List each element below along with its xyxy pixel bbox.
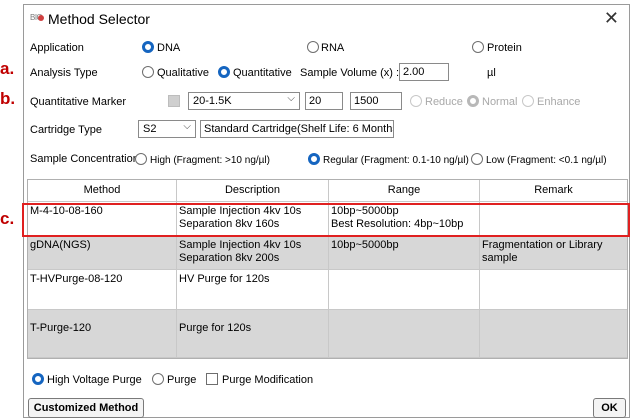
marker-from-input[interactable]: 20 <box>305 92 343 110</box>
range-cell <box>329 270 480 310</box>
method-selector-window: BIO Method Selector ✕ Application DNA RN… <box>22 4 630 418</box>
remark-line: sample <box>482 252 518 264</box>
app-logo-dot-icon <box>38 15 44 21</box>
sample-concentration-row: Sample Concentration High (Fragment: >10… <box>24 148 629 170</box>
enhance-radio[interactable] <box>522 95 534 107</box>
quantitative-marker-row: Quantitative Marker 20-1.5K ⌵ 20 1500 Re… <box>24 91 629 113</box>
remark-line: Fragmentation or Library <box>482 239 603 251</box>
application-rna-label[interactable]: RNA <box>321 42 344 54</box>
purge-modification-label[interactable]: Purge Modification <box>222 374 313 386</box>
header-description[interactable]: Description <box>177 180 329 202</box>
cartridge-description: Standard Cartridge(Shelf Life: 6 Months) <box>200 120 394 138</box>
method-cell: T-HVPurge-08-120 <box>28 270 177 310</box>
quantitative-label[interactable]: Quantitative <box>233 67 292 79</box>
enhance-label[interactable]: Enhance <box>537 96 580 108</box>
normal-radio[interactable] <box>467 95 479 107</box>
title-bar: BIO Method Selector ✕ <box>24 5 629 33</box>
method-cell: T-Purge-120 <box>28 310 177 358</box>
cartridge-select-value: S2 <box>143 123 157 135</box>
quantitative-radio[interactable] <box>218 66 230 78</box>
header-method[interactable]: Method <box>28 180 177 202</box>
purge-modification-checkbox[interactable] <box>206 373 218 385</box>
remark-cell <box>480 270 627 310</box>
header-range[interactable]: Range <box>329 180 480 202</box>
sample-volume-input[interactable]: 2.00 <box>399 63 449 81</box>
concentration-low-label[interactable]: Low (Fragment: <0.1 ng/µl) <box>486 155 607 166</box>
window-title: Method Selector <box>48 11 150 27</box>
purge-radio[interactable] <box>152 373 164 385</box>
customized-method-button[interactable]: Customized Method <box>28 398 144 418</box>
header-remark[interactable]: Remark <box>480 180 627 202</box>
method-cell: M-4-10-08-160 <box>28 202 177 236</box>
cartridge-type-label: Cartridge Type <box>30 124 102 136</box>
application-dna-label[interactable]: DNA <box>157 42 180 54</box>
marker-select[interactable]: 20-1.5K ⌵ <box>188 92 300 110</box>
cartridge-row: Cartridge Type S2 ⌵ Standard Cartridge(S… <box>24 118 629 140</box>
concentration-high-label[interactable]: High (Fragment: >10 ng/µl) <box>150 155 270 166</box>
sample-volume-label: Sample Volume (x) : <box>300 67 400 79</box>
reduce-radio[interactable] <box>410 95 422 107</box>
range-cell: 10bp~5000bp <box>329 236 480 270</box>
remark-cell: Fragmentation or Library sample <box>480 236 627 270</box>
application-rna-radio[interactable] <box>307 41 319 53</box>
high-voltage-purge-radio[interactable] <box>32 373 44 385</box>
description-cell: Sample Injection 4kv 10s Separation 8kv … <box>177 202 329 236</box>
application-protein-label[interactable]: Protein <box>487 42 522 54</box>
concentration-low-radio[interactable] <box>471 153 483 165</box>
description-cell: Purge for 120s <box>177 310 329 358</box>
application-label: Application <box>30 42 84 54</box>
marker-select-value: 20-1.5K <box>193 95 232 107</box>
remark-cell <box>480 310 627 358</box>
application-row: Application DNA RNA Protein <box>24 38 629 60</box>
concentration-high-radio[interactable] <box>135 153 147 165</box>
marker-to-input[interactable]: 1500 <box>350 92 402 110</box>
remark-cell <box>480 202 627 236</box>
marker-checkbox[interactable] <box>168 95 180 107</box>
application-dna-radio[interactable] <box>142 41 154 53</box>
range-line: 10bp~5000bp <box>331 205 399 217</box>
callout-c: c. <box>0 209 15 228</box>
description-cell: Sample Injection 4kv 10s Separation 8kv … <box>177 236 329 270</box>
chevron-down-icon: ⌵ <box>183 121 191 132</box>
description-line: Sample Injection 4kv 10s <box>179 239 302 251</box>
purge-row: High Voltage Purge Purge Purge Modificat… <box>24 369 629 391</box>
method-table: Method Description Range Remark M-4-10-0… <box>27 179 628 359</box>
reduce-label[interactable]: Reduce <box>425 96 463 108</box>
ok-button[interactable]: OK <box>593 398 626 418</box>
description-line: Sample Injection 4kv 10s <box>179 205 302 217</box>
application-protein-radio[interactable] <box>472 41 484 53</box>
high-voltage-purge-label[interactable]: High Voltage Purge <box>47 374 142 386</box>
concentration-regular-label[interactable]: Regular (Fragment: 0.1-10 ng/µl) <box>323 155 469 166</box>
description-line: Separation 8kv 200s <box>179 252 280 264</box>
quantitative-marker-label: Quantitative Marker <box>30 96 126 108</box>
range-cell: 10bp~5000bp Best Resolution: 4bp~10bp <box>329 202 480 236</box>
analysis-type-label: Analysis Type <box>30 67 98 79</box>
qualitative-radio[interactable] <box>142 66 154 78</box>
qualitative-label[interactable]: Qualitative <box>157 67 209 79</box>
close-icon[interactable]: ✕ <box>604 8 619 29</box>
sample-concentration-label: Sample Concentration <box>30 153 139 165</box>
purge-label[interactable]: Purge <box>167 374 196 386</box>
concentration-regular-radio[interactable] <box>308 153 320 165</box>
description-cell: HV Purge for 120s <box>177 270 329 310</box>
sample-volume-unit: µl <box>487 67 496 79</box>
method-cell: gDNA(NGS) <box>28 236 177 270</box>
callout-a: a. <box>0 59 15 78</box>
analysis-type-row: Analysis Type Qualitative Quantitative S… <box>24 62 629 84</box>
range-line: Best Resolution: 4bp~10bp <box>331 218 464 230</box>
chevron-down-icon: ⌵ <box>287 93 295 104</box>
callout-b: b. <box>0 89 16 108</box>
normal-label[interactable]: Normal <box>482 96 517 108</box>
cartridge-select[interactable]: S2 ⌵ <box>138 120 196 138</box>
description-line: Separation 8kv 160s <box>179 218 280 230</box>
range-cell <box>329 310 480 358</box>
